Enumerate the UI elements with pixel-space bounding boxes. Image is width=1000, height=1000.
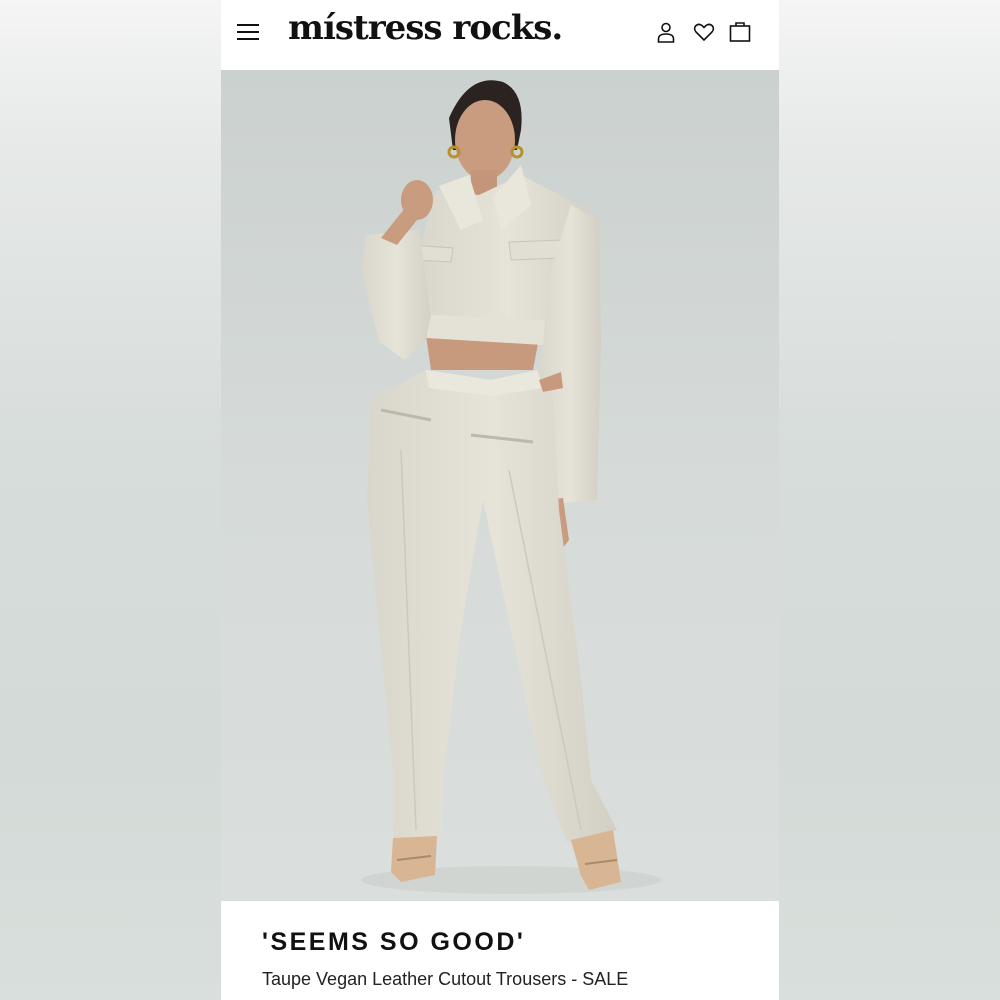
wishlist-icon[interactable] — [692, 20, 716, 44]
bag-icon[interactable] — [728, 20, 752, 44]
left-blur-panel — [0, 0, 221, 1000]
product-info: 'SEEMS SO GOOD' Taupe Vegan Leather Cuto… — [221, 901, 779, 1000]
menu-icon[interactable] — [237, 22, 259, 40]
product-subtitle[interactable]: Taupe Vegan Leather Cutout Trousers - SA… — [262, 969, 628, 990]
product-page: místress rocks. 'SEEMS SO GOOD' Taupe Ve… — [221, 0, 779, 1000]
right-blur-panel — [779, 0, 1000, 1000]
product-title[interactable]: 'SEEMS SO GOOD' — [262, 928, 525, 957]
brand-logo[interactable]: místress rocks. — [288, 8, 563, 48]
model-illustration — [221, 70, 779, 901]
account-icon[interactable] — [654, 20, 678, 44]
product-hero-image[interactable] — [221, 70, 779, 901]
site-header: místress rocks. — [221, 0, 779, 70]
